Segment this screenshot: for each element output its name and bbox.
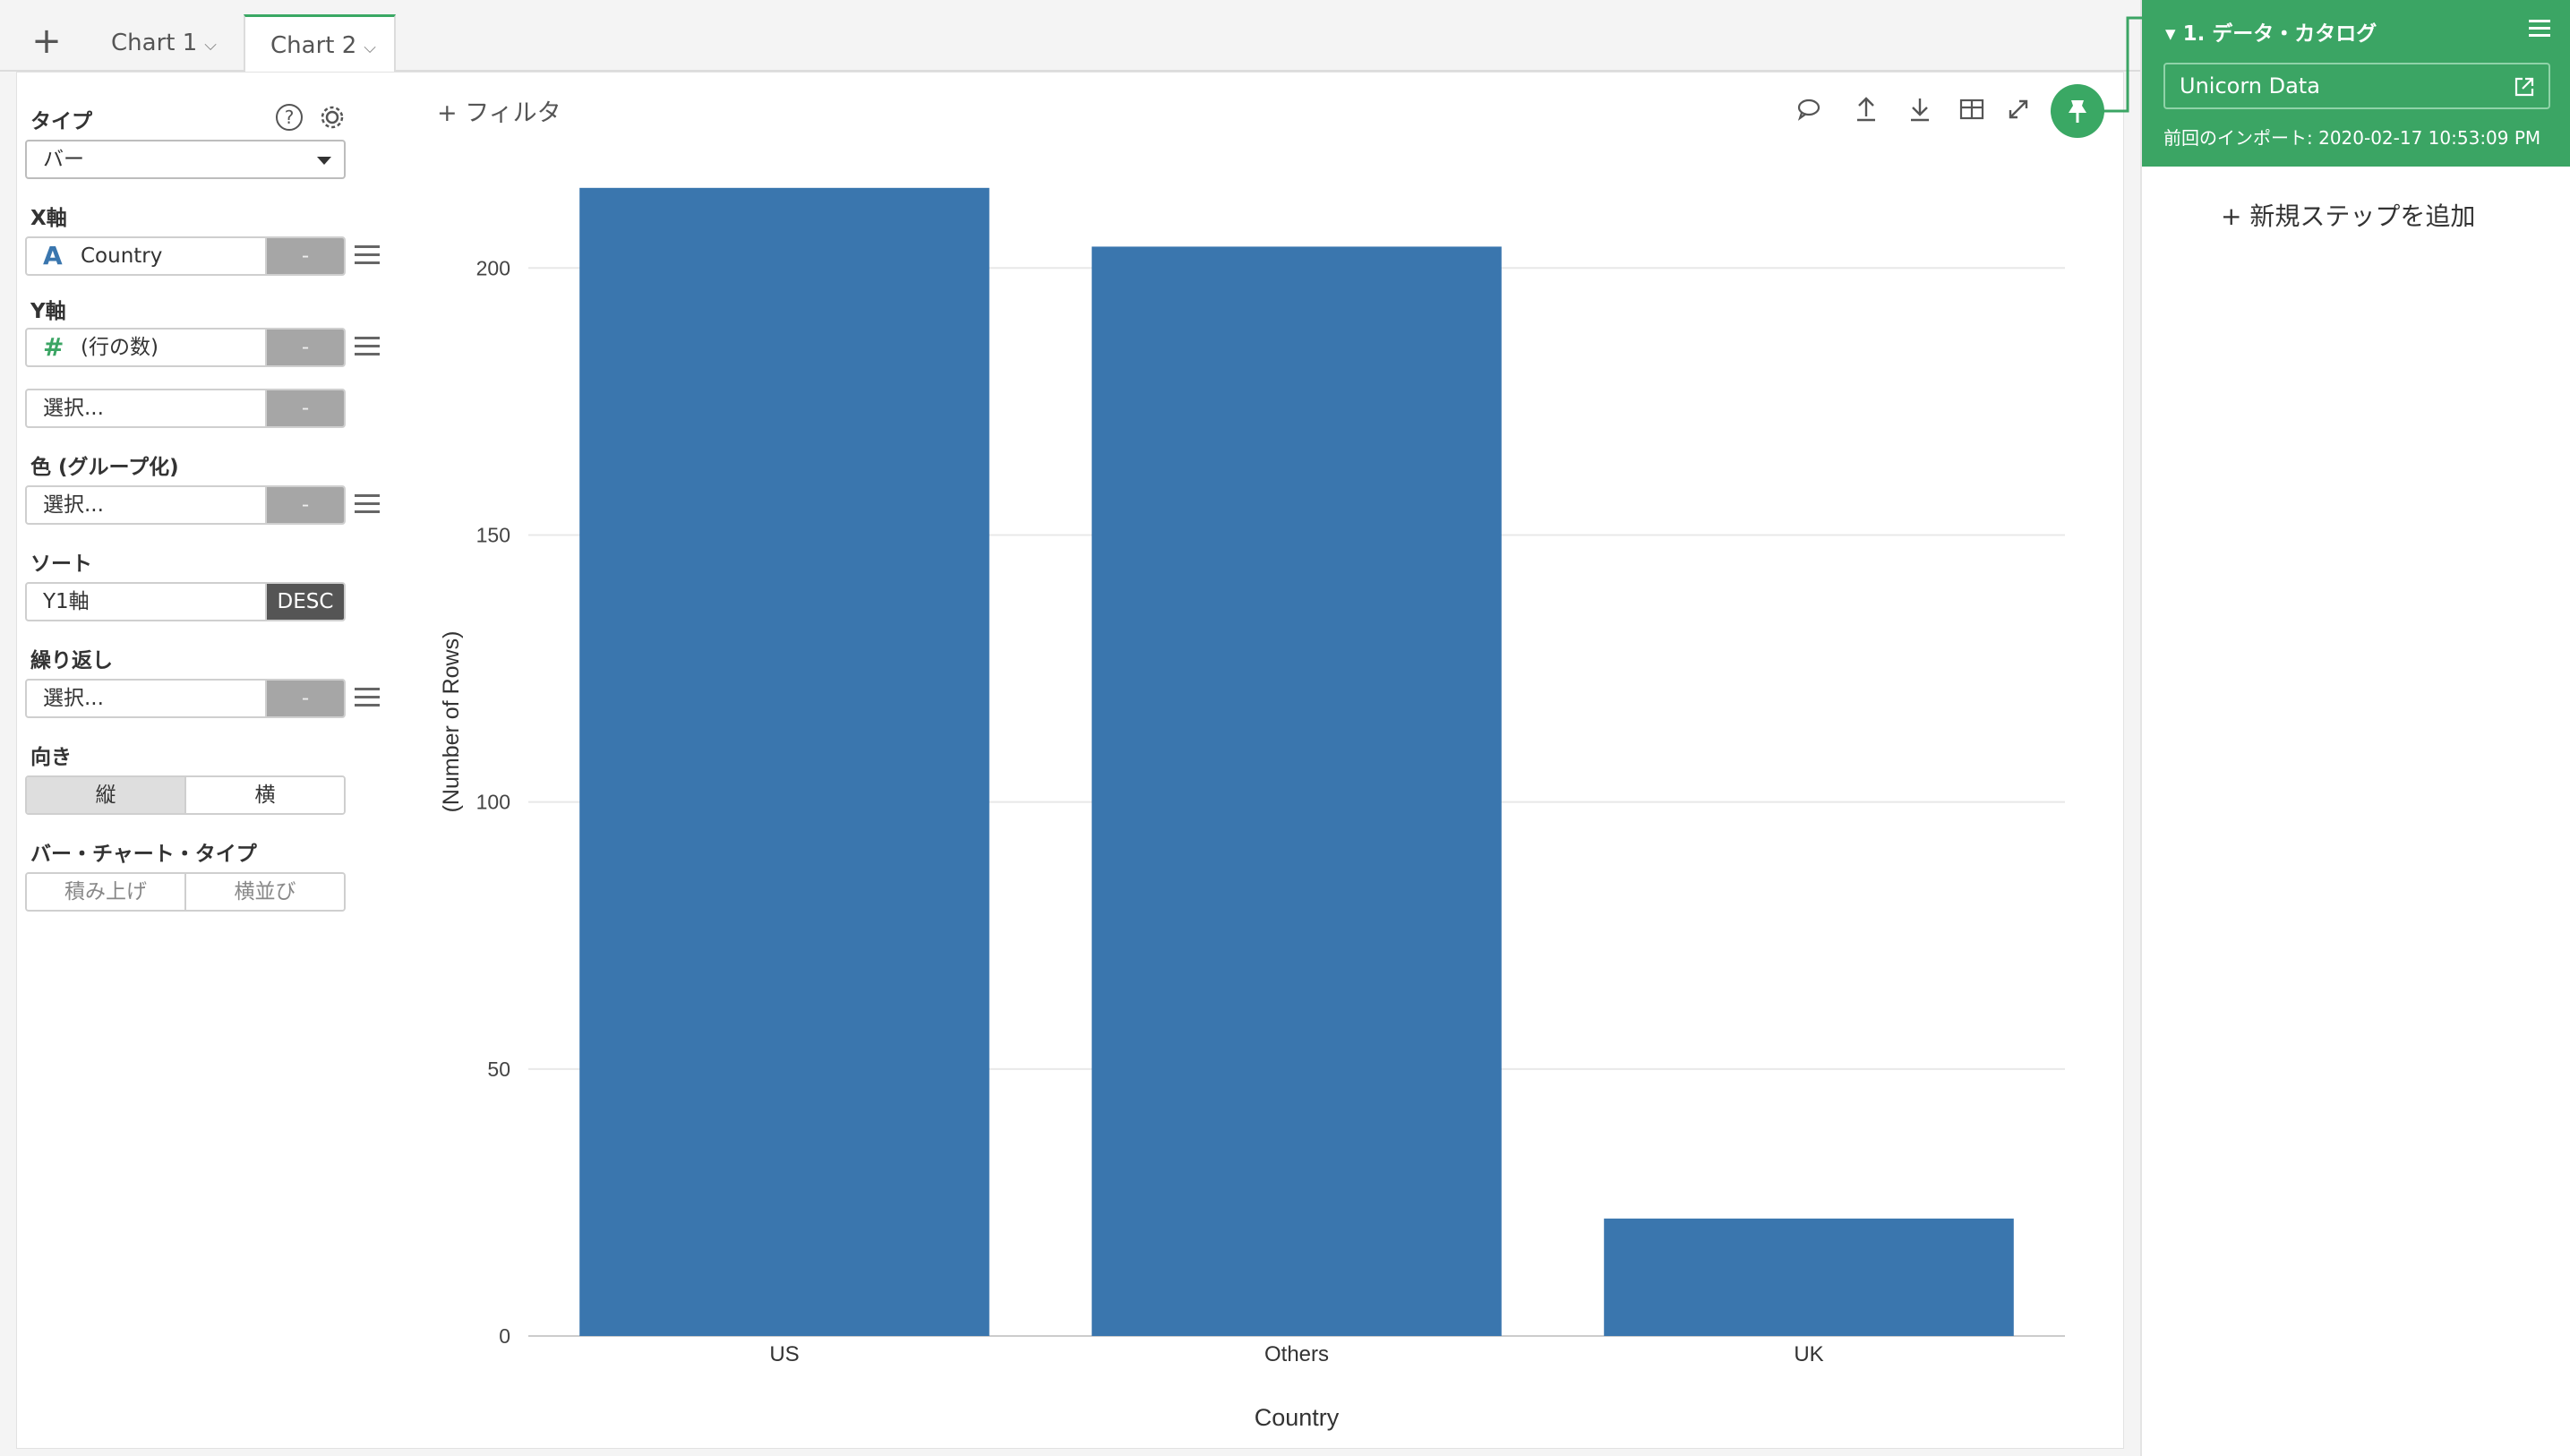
gear-icon[interactable] [319, 104, 346, 131]
repeat-button[interactable]: - [265, 681, 344, 716]
y2-axis-value: 選択... [43, 397, 104, 420]
x-tick-label: UK [1794, 1342, 1823, 1366]
comment-icon[interactable] [1793, 93, 1825, 125]
pin-connector-line [2101, 16, 2142, 113]
chart-type-select[interactable]: バー [25, 140, 346, 179]
y2-axis-aggregate-button[interactable]: - [265, 390, 344, 426]
bar-uk [1604, 1218, 2014, 1336]
x-axis-menu-icon[interactable] [355, 245, 380, 267]
y-tick-label: 100 [476, 791, 510, 814]
help-icon[interactable]: ? [276, 104, 303, 131]
data-source-name: Unicorn Data [2180, 73, 2320, 98]
y-axis-menu-icon[interactable] [355, 337, 380, 358]
y-axis-title: (Number of Rows) [439, 631, 464, 813]
bar-us [579, 187, 989, 1337]
color-group-label: 色 (グループ化) [30, 456, 179, 479]
bar-others [1092, 246, 1502, 1336]
x-axis-aggregate-button[interactable]: - [265, 238, 344, 274]
text-type-icon: A [43, 241, 63, 270]
bar-chart-type-label: バー・チャート・タイプ [30, 843, 257, 866]
color-group-value: 選択... [43, 493, 104, 517]
y2-axis-field[interactable]: 選択... - [25, 389, 346, 428]
x-tick-label: US [769, 1342, 799, 1366]
chevron-down-icon: ⌵ [364, 39, 376, 57]
color-group-button[interactable]: - [265, 487, 344, 523]
type-label: タイプ [30, 110, 92, 133]
tab-label: Chart 2 [270, 32, 357, 59]
sort-direction-button[interactable]: DESC [265, 584, 344, 620]
pin-icon [2069, 100, 2086, 123]
repeat-value: 選択... [43, 687, 104, 710]
y-axis-field[interactable]: # (行の数) - [25, 328, 346, 367]
sort-field[interactable]: Y1軸 DESC [25, 582, 346, 621]
add-filter-button[interactable]: + フィルタ [437, 93, 561, 128]
expand-icon[interactable] [2002, 93, 2035, 125]
x-axis-title: Country [1255, 1404, 1340, 1431]
app-window: + Chart 1 ⌵ Chart 2 ⌵ タイプ ? バー X軸 A Countr… [0, 0, 2570, 1456]
download-icon[interactable] [1904, 93, 1936, 125]
y-tick-label: 150 [476, 523, 510, 546]
color-group-field[interactable]: 選択... - [25, 485, 346, 525]
add-step-button[interactable]: + 新規ステップを追加 [2221, 197, 2475, 233]
chevron-down-icon: ⌵ [204, 36, 217, 55]
orientation-horizontal[interactable]: 横 [184, 777, 344, 813]
x-axis-value: Country [81, 244, 163, 268]
y-axis-aggregate-button[interactable]: - [265, 330, 344, 365]
bar-type-stacked[interactable]: 積み上げ [27, 874, 184, 910]
orientation-label: 向き [30, 746, 72, 769]
sort-label: ソート [30, 552, 92, 576]
step-title-text: 1. データ・カタログ [2182, 22, 2377, 46]
tab-bar: + Chart 1 ⌵ Chart 2 ⌵ [0, 0, 2140, 73]
last-import-time: 前回のインポート: 2020-02-17 10:53:09 PM [2163, 127, 2541, 149]
step-menu-icon[interactable] [2529, 20, 2550, 38]
bar-chart-type-toggle: 積み上げ 横並び [25, 872, 346, 912]
table-icon[interactable] [1956, 93, 1988, 125]
bar-type-side-by-side[interactable]: 横並び [184, 874, 344, 910]
x-axis-field[interactable]: A Country - [25, 236, 346, 276]
upload-icon[interactable] [1850, 93, 1882, 125]
number-type-icon: # [43, 332, 64, 362]
data-catalog-step[interactable]: ▾ 1. データ・カタログ Unicorn Data 前回のインポート: 202… [2142, 0, 2570, 167]
add-tab-button[interactable]: + [20, 14, 73, 68]
color-menu-icon[interactable] [355, 494, 380, 516]
external-link-icon[interactable] [2513, 75, 2536, 98]
x-axis-label: X軸 [30, 207, 67, 230]
y-tick-label: 0 [499, 1324, 510, 1348]
repeat-menu-icon[interactable] [355, 688, 380, 709]
tab-label: Chart 1 [111, 30, 198, 56]
tab-chart-1[interactable]: Chart 1 ⌵ [86, 14, 242, 72]
y-axis-label: Y軸 [30, 300, 66, 323]
y-axis-value: (行の数) [81, 336, 158, 359]
step-title: ▾ 1. データ・カタログ [2165, 16, 2377, 47]
orientation-toggle: 縦 横 [25, 775, 346, 815]
orientation-vertical[interactable]: 縦 [27, 777, 184, 813]
y-tick-label: 50 [487, 1058, 510, 1081]
tab-chart-2[interactable]: Chart 2 ⌵ [244, 14, 396, 73]
chart-type-value: バー [43, 148, 84, 171]
data-source-box[interactable]: Unicorn Data [2163, 63, 2550, 109]
y-tick-label: 200 [476, 256, 510, 279]
sort-value: Y1軸 [43, 590, 90, 613]
caret-down-icon[interactable]: ▾ [2165, 22, 2183, 46]
repeat-label: 繰り返し [30, 649, 113, 672]
caret-down-icon [317, 157, 331, 165]
x-tick-label: Others [1264, 1342, 1329, 1366]
pin-button[interactable] [2051, 84, 2104, 138]
bar-chart: 0 50 100 150 200 US Others UK Country (Number of … [439, 187, 2065, 1431]
repeat-field[interactable]: 選択... - [25, 679, 346, 718]
